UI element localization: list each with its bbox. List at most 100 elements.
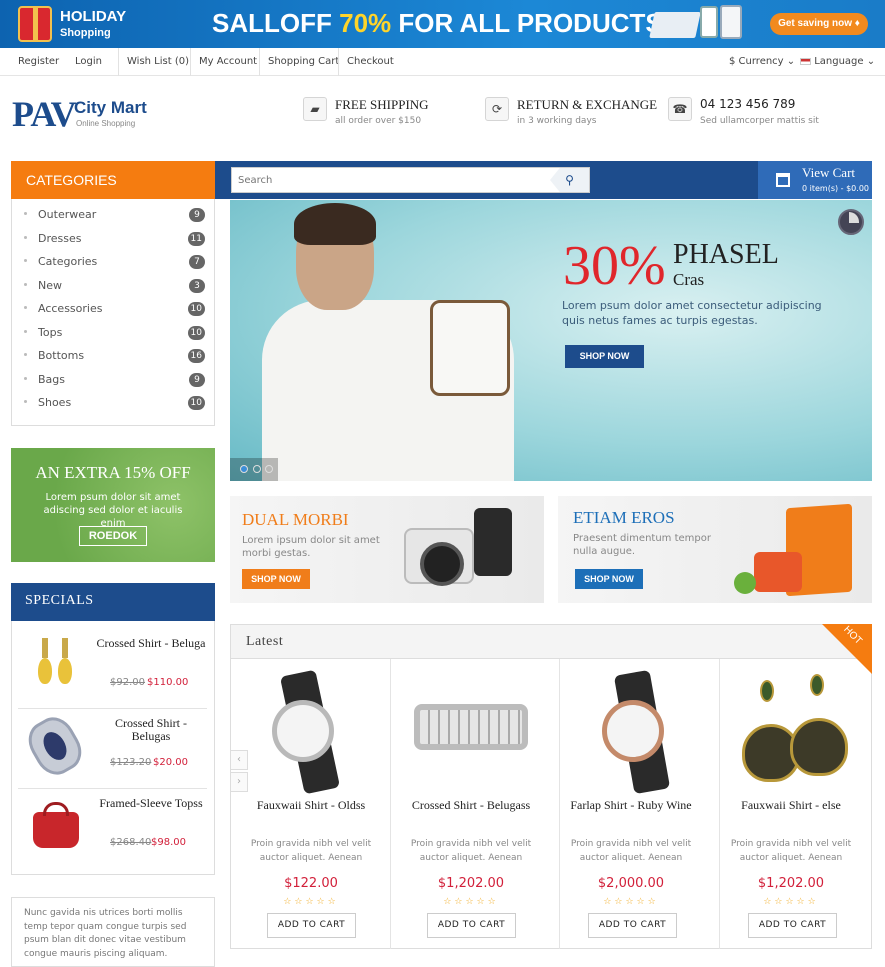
special-old-price: $92.00 [110,677,145,688]
wishlist-link[interactable]: Wish List (0) [118,48,189,76]
slide-percent: 30% [563,235,666,297]
product-name[interactable]: Farlap Shirt - Ruby Wine [556,799,706,812]
bullet-icon [24,236,27,239]
mini-banner-text: Praesent dimentum tempor nulla augue. [573,533,711,557]
category-item[interactable]: Outerwear 9 [24,205,205,225]
category-item[interactable]: New 3 [24,276,205,296]
special-name[interactable]: Crossed Shirt - Beluga [95,637,207,650]
product-image[interactable] [740,672,848,792]
special-name[interactable]: Crossed Shirt - Belugas [95,717,207,743]
category-label: Categories [38,255,98,268]
slide-text: Lorem psum dolor amet consectetur adipis… [562,299,822,327]
login-link[interactable]: Login [75,48,102,76]
holiday-label: HOLIDAY [60,8,127,25]
logo-city[interactable]: City Mart [74,98,147,118]
get-saving-button[interactable]: Get saving now ♦ [770,13,868,35]
product-rating: ☆☆☆☆☆ [603,897,659,907]
category-item[interactable]: Dresses 11 [24,229,205,249]
truck-icon: ▰ [303,97,327,121]
exchange-icon: ⟳ [485,97,509,121]
special-earrings-image[interactable] [36,636,76,696]
slider-dot-1[interactable] [240,465,248,473]
return-exchange-sub: in 3 working days [517,116,597,126]
gift-icon [18,6,52,42]
bullet-icon [24,353,27,356]
category-item[interactable]: Shoes 10 [24,393,205,413]
bullet-icon [24,212,27,215]
product-price: $1,202.00 [437,876,505,891]
category-label: Accessories [38,302,103,315]
product-price: $1,202.00 [757,876,825,891]
checkout-link[interactable]: Checkout [338,48,394,76]
earring-top-left [760,680,774,702]
register-link[interactable]: Register [18,48,59,76]
chevron-down-icon: ⌄ [786,56,796,67]
mini-banner-text: Lorem ipsum dolor sit amet morbi gestas. [242,535,380,559]
category-label: Bags [38,373,66,386]
product-name[interactable]: Crossed Shirt - Belugass [396,799,546,812]
special-new-price: $20.00 [153,757,188,768]
divider [18,788,207,789]
promo-button[interactable]: ROEDOK [79,526,147,546]
mini-banner-shop-now-button[interactable]: SHOP NOW [242,569,310,589]
my-account-link[interactable]: My Account [190,48,257,76]
currency-label: $ Currency [729,56,784,67]
slide-title: PHASEL [673,239,779,270]
search-input[interactable] [231,167,590,193]
carousel-prev-icon[interactable]: ‹ [230,750,248,770]
watch-face [602,700,664,762]
product-image[interactable] [414,704,528,750]
sale-headline: SALLOFF 70% FOR ALL PRODUCTS [212,8,663,39]
chevron-down-icon: ⌄ [866,56,876,67]
category-label: New [38,279,62,292]
category-item[interactable]: Categories 7 [24,252,205,272]
product-image[interactable] [262,669,352,795]
carousel-next-icon[interactable]: › [230,772,248,792]
flag-icon [800,57,811,65]
phone-sub: Sed ullamcorper mattis sit [700,116,819,126]
slider-dot-3[interactable] [265,465,273,473]
bullet-icon [24,259,27,262]
language-dropdown[interactable]: Language ⌄ [800,48,875,76]
phone-image [700,6,718,38]
add-to-cart-button[interactable]: ADD TO CART [267,913,356,938]
sale-rest: FOR ALL PRODUCTS [398,8,663,38]
model-hair [294,203,376,245]
category-label: Outerwear [38,208,97,221]
shopping-cart-link[interactable]: Shopping Cart [259,48,339,76]
phone-number: 04 123 456 789 [700,97,796,111]
free-shipping-sub: all order over $150 [335,116,422,126]
product-image[interactable] [596,669,686,795]
product-name[interactable]: Fauxwaii Shirt - else [716,799,866,812]
add-to-cart-button[interactable]: ADD TO CART [588,913,677,938]
category-label: Dresses [38,232,82,245]
category-item[interactable]: Bottoms 16 [24,346,205,366]
product-rating: ☆☆☆☆☆ [443,897,499,907]
categories-list: Outerwear 9 Dresses 11 Categories 7 New 3 Ac… [11,199,215,426]
category-label: Tops [38,326,63,339]
column-divider [390,659,391,949]
product-price: $122.00 [284,876,338,891]
category-item[interactable]: Accessories 10 [24,299,205,319]
add-to-cart-button[interactable]: ADD TO CART [748,913,837,938]
slider-timer-icon[interactable] [838,209,864,235]
product-rating: ☆☆☆☆☆ [763,897,819,907]
special-bag-image[interactable] [33,802,79,848]
logo-pav[interactable]: PAV [12,93,77,135]
category-item[interactable]: Tops 10 [24,323,205,343]
category-item[interactable]: Bags 9 [24,370,205,390]
add-to-cart-button[interactable]: ADD TO CART [427,913,516,938]
product-description: Proin gravida nibh vel velit auctor aliq… [250,839,372,863]
bullet-icon [24,400,27,403]
return-exchange-title: RETURN & EXCHANGE [517,97,658,112]
slider-dot-2[interactable] [253,465,261,473]
slide-shop-now-button[interactable]: SHOP NOW [565,345,644,368]
mini-banner-shop-now-button[interactable]: SHOP NOW [575,569,643,589]
product-description: Proin gravida nibh vel velit auctor aliq… [410,839,532,863]
earring-drop-right [790,718,848,776]
product-name[interactable]: Fauxwaii Shirt - Oldss [236,799,386,812]
earring-hook-left [42,638,48,658]
special-name[interactable]: Framed-Sleeve Topss [95,797,207,810]
category-count: 7 [189,255,205,269]
currency-dropdown[interactable]: $ Currency ⌄ [729,48,795,76]
